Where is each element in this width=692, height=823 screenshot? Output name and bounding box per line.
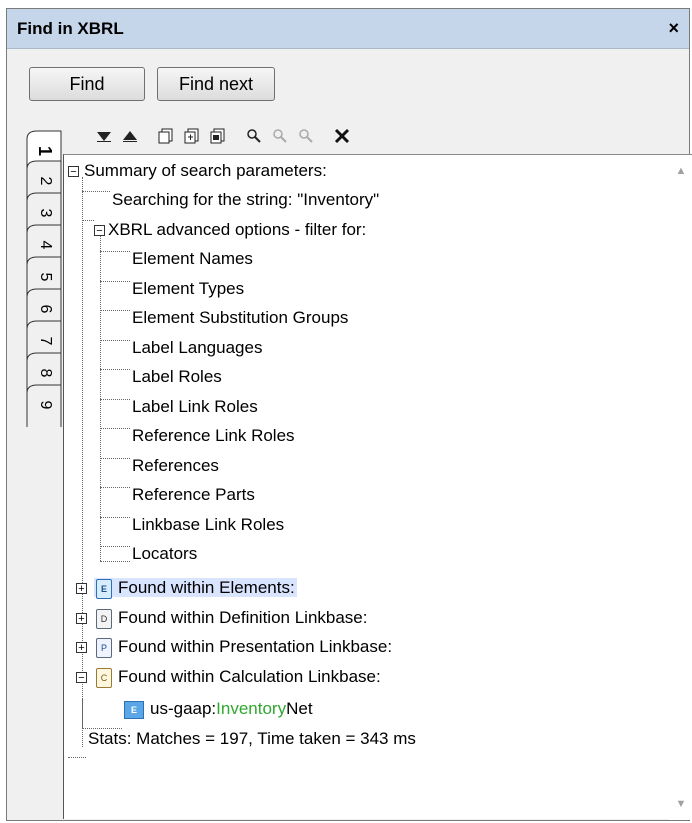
next-result-icon[interactable] — [93, 125, 115, 147]
previous-result-icon[interactable] — [119, 125, 141, 147]
tab-label: 2 — [37, 176, 54, 186]
clear-icon[interactable] — [331, 125, 353, 147]
filter-item[interactable]: Reference Parts — [132, 481, 255, 509]
find-next-button[interactable]: Find next — [157, 67, 275, 101]
presentation-linkbase-icon: P — [96, 637, 112, 658]
filter-item[interactable]: Linkbase Link Roles — [132, 511, 284, 539]
result-prefix: us-gaap: — [150, 699, 217, 718]
expand-presentation-toggle[interactable]: + — [76, 642, 87, 654]
filter-item[interactable]: Reference Link Roles — [132, 422, 295, 450]
definition-linkbase-icon: D — [96, 608, 112, 629]
find-button[interactable]: Find — [29, 67, 145, 101]
copy-all-messages-icon[interactable] — [207, 125, 229, 147]
filter-item[interactable]: Element Substitution Groups — [132, 304, 348, 332]
collapse-calculation-toggle[interactable]: − — [76, 672, 87, 684]
filter-item[interactable]: Element Types — [132, 275, 244, 303]
found-elements-label: Found within Elements: — [118, 578, 295, 597]
tab-label: 6 — [37, 304, 54, 314]
expand-elements-toggle[interactable]: + — [76, 583, 87, 595]
tab-label: 5 — [37, 272, 54, 282]
found-definition-label: Found within Definition Linkbase: — [118, 608, 368, 627]
advanced-options-node[interactable]: XBRL advanced options - filter for: — [108, 216, 366, 244]
copy-message-with-children-icon[interactable] — [181, 125, 203, 147]
scroll-up-icon[interactable]: ▲ — [673, 163, 689, 179]
found-definition-node[interactable]: D Found within Definition Linkbase: — [96, 604, 367, 632]
scroll-down-icon[interactable]: ▼ — [673, 796, 689, 812]
find-icon[interactable] — [243, 125, 265, 147]
result-suffix: Net — [286, 699, 313, 718]
stats-node: Stats: Matches = 197, Time taken = 343 m… — [88, 729, 416, 748]
summary-node[interactable]: Summary of search parameters: — [84, 157, 327, 185]
result-match: Inventory — [216, 699, 287, 718]
element-file-icon: E — [96, 578, 112, 599]
vertical-scrollbar[interactable]: ▲ ▼ — [669, 155, 692, 820]
calculation-linkbase-icon: C — [96, 667, 112, 688]
expand-definition-toggle[interactable]: + — [76, 613, 87, 625]
found-calculation-node[interactable]: C Found within Calculation Linkbase: — [96, 663, 381, 691]
results-panel: − Summary of search parameters: Searchin… — [63, 154, 692, 820]
title-bar: Find in XBRL × — [7, 9, 689, 49]
filter-item[interactable]: Label Roles — [132, 363, 222, 391]
tab-label: 8 — [37, 368, 54, 378]
filter-item[interactable]: Element Names — [132, 245, 253, 273]
collapse-summary-toggle[interactable]: − — [68, 166, 79, 178]
tab-label: 3 — [37, 208, 54, 218]
result-item[interactable]: Eus-gaap:InventoryNet — [124, 695, 313, 723]
results-tree: − Summary of search parameters: Searchin… — [64, 155, 664, 820]
filter-item[interactable]: Locators — [132, 540, 197, 568]
find-in-xbrl-window: Find in XBRL × Find Find next 1 2 3 4 5 … — [6, 8, 692, 821]
filter-item[interactable]: Label Languages — [132, 334, 262, 362]
filter-item[interactable]: Label Link Roles — [132, 393, 258, 421]
found-elements-node[interactable]: E Found within Elements: — [94, 574, 297, 602]
find-next-icon[interactable] — [295, 125, 317, 147]
button-row: Find Find next — [29, 67, 275, 101]
tab-9[interactable]: 9 — [25, 383, 63, 427]
found-presentation-node[interactable]: P Found within Presentation Linkbase: — [96, 633, 392, 661]
window-title: Find in XBRL — [17, 18, 124, 38]
element-icon: E — [124, 700, 144, 719]
results-toolbar — [93, 121, 353, 151]
filter-item[interactable]: References — [132, 452, 219, 480]
find-previous-icon[interactable] — [269, 125, 291, 147]
found-calculation-label: Found within Calculation Linkbase: — [118, 667, 381, 686]
copy-message-icon[interactable] — [155, 125, 177, 147]
collapse-advanced-toggle[interactable]: − — [94, 225, 105, 237]
close-icon[interactable]: × — [668, 18, 679, 39]
tab-label: 9 — [37, 400, 54, 410]
tab-label: 4 — [37, 240, 54, 250]
search-string-node[interactable]: Searching for the string: "Inventory" — [112, 186, 379, 214]
tab-label: 7 — [37, 336, 54, 346]
found-presentation-label: Found within Presentation Linkbase: — [118, 637, 393, 656]
